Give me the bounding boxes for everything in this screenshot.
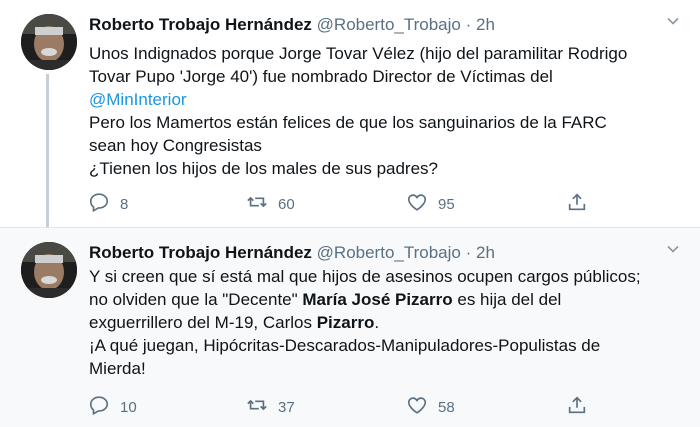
author-name[interactable]: Roberto Trobajo Hernández (89, 243, 312, 262)
tweet-line: Pero los Mamertos están felices de que l… (89, 113, 607, 132)
like-count: 58 (438, 398, 455, 416)
heart-icon (406, 191, 428, 217)
tweet-header: Roberto Trobajo Hernández @Roberto_Troba… (89, 242, 495, 264)
tweet-header: Roberto Trobajo Hernández @Roberto_Troba… (89, 14, 495, 36)
tweet-line: Mierda! (89, 359, 146, 378)
tweet-line: Y si creen que sí está mal que hijos de … (89, 267, 641, 286)
tweet-actions: 8 60 95 (88, 192, 588, 216)
timestamp[interactable]: 2h (476, 15, 495, 34)
chevron-down-icon[interactable] (664, 242, 682, 260)
retweet-button[interactable]: 60 (246, 192, 295, 216)
tweet[interactable]: Roberto Trobajo Hernández @Roberto_Troba… (0, 0, 700, 230)
author-handle[interactable]: @Roberto_Trobajo (317, 243, 461, 262)
tweet-line: exguerrillero del M-19, Carlos Pizarro. (89, 311, 689, 334)
tweet-line: no olviden que la "Decente" María José P… (89, 288, 689, 311)
avatar[interactable] (21, 14, 77, 70)
tweet-line: sean hoy Congresistas (89, 136, 262, 155)
tweet-line: ¡A qué juegan, Hipócritas-Descarados-Man… (89, 336, 601, 355)
text-segment: es hija del del (452, 290, 562, 309)
retweet-count: 37 (278, 398, 295, 416)
reply-count: 8 (120, 195, 129, 213)
chevron-down-icon[interactable] (664, 14, 682, 32)
thread-line (46, 74, 49, 230)
like-button[interactable]: 58 (406, 395, 455, 419)
reply-button[interactable]: 10 (88, 395, 137, 419)
text-segment: . (374, 313, 380, 332)
tweet-line: ¿Tienen los hijos de los males de sus pa… (89, 159, 438, 178)
retweet-icon (246, 191, 268, 217)
tweet[interactable]: Roberto Trobajo Hernández @Roberto_Troba… (0, 227, 700, 427)
reply-icon (88, 394, 110, 420)
separator: · (465, 243, 472, 262)
author-handle[interactable]: @Roberto_Trobajo (317, 15, 461, 34)
share-button[interactable] (566, 395, 588, 419)
retweet-count: 60 (278, 195, 295, 213)
avatar[interactable] (21, 242, 77, 298)
tweet-text: Unos Indignados porque Jorge Tovar Vélez… (89, 42, 689, 180)
text-segment: no olviden que la "Decente" (89, 290, 303, 309)
share-button[interactable] (566, 192, 588, 216)
mention-link[interactable]: @MinInterior (89, 88, 689, 111)
retweet-button[interactable]: 37 (246, 395, 295, 419)
reply-icon (88, 191, 110, 217)
like-count: 95 (438, 195, 455, 213)
separator: · (465, 15, 472, 34)
bold-name: Pizarro (316, 313, 375, 332)
tweet-actions: 10 37 58 (88, 395, 588, 419)
reply-button[interactable]: 8 (88, 192, 128, 216)
like-button[interactable]: 95 (406, 192, 455, 216)
retweet-icon (246, 394, 268, 420)
tweet-text: Y si creen que sí está mal que hijos de … (89, 265, 689, 380)
timestamp[interactable]: 2h (476, 243, 495, 262)
share-icon (566, 394, 588, 420)
heart-icon (406, 394, 428, 420)
bold-name: María José Pizarro (302, 290, 453, 309)
text-segment: exguerrillero del M-19, Carlos (89, 313, 317, 332)
share-icon (566, 191, 588, 217)
tweet-line: Tovar Pupo 'Jorge 40') fue nombrado Dire… (89, 67, 553, 86)
reply-count: 10 (120, 398, 137, 416)
tweet-line: Unos Indignados porque Jorge Tovar Vélez… (89, 44, 628, 63)
author-name[interactable]: Roberto Trobajo Hernández (89, 15, 312, 34)
